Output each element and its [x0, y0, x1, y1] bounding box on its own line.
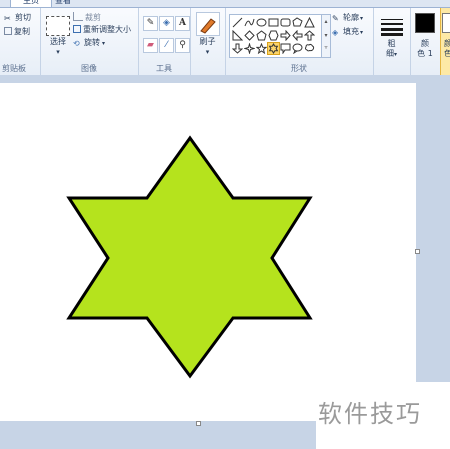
six-point-star-shape-icon[interactable]	[267, 42, 280, 55]
shapes-scrollbar[interactable]: ▴ ▾ ▿	[321, 14, 331, 58]
right-triangle-shape-icon[interactable]	[232, 30, 243, 41]
up-arrow-shape-icon[interactable]	[304, 30, 315, 41]
rounded-rectangle-shape-icon[interactable]	[280, 17, 291, 28]
curve-shape-icon[interactable]	[244, 17, 255, 28]
diamond-shape-icon[interactable]	[244, 30, 255, 41]
fill-bucket-icon[interactable]: ◈	[159, 16, 174, 31]
clipboard-group: ✂ 剪切 复制 剪贴板	[0, 8, 41, 75]
fill-icon: ◈	[332, 28, 339, 37]
copy-label: 复制	[14, 27, 30, 36]
color1-label-line2: 色 1	[417, 49, 433, 58]
scroll-up-icon[interactable]: ▴	[322, 15, 330, 29]
brush-icon[interactable]	[196, 12, 220, 36]
outline-dropdown-icon: ▾	[360, 15, 364, 22]
select-button-label[interactable]: 选择	[44, 37, 72, 47]
pentagon-shape-icon[interactable]	[256, 30, 267, 41]
line-shape-icon[interactable]	[232, 17, 243, 28]
size-label-line2[interactable]: 细▾	[373, 49, 410, 60]
gallery-expand-icon[interactable]: ▿	[322, 43, 330, 53]
left-arrow-shape-icon[interactable]	[292, 30, 303, 41]
canvas-drawing	[66, 135, 313, 379]
select-dropdown-icon[interactable]: ▾	[44, 47, 72, 57]
color-picker-icon[interactable]: ⁄	[159, 38, 174, 53]
scissors-icon: ✂	[4, 14, 11, 23]
fill-dropdown-icon: ▾	[360, 29, 364, 36]
magnifier-icon[interactable]: ⚲	[175, 38, 190, 53]
brushes-dropdown-icon[interactable]: ▾	[190, 47, 225, 57]
color1-label-line1: 颜	[421, 39, 429, 48]
color1-group[interactable]: 颜 色 1	[410, 8, 440, 75]
six-point-star-shape[interactable]	[66, 135, 313, 379]
right-arrow-shape-icon[interactable]	[280, 30, 291, 41]
cut-button[interactable]: ✂ 剪切	[4, 13, 31, 23]
resize-label: 重新调整大小	[83, 25, 131, 34]
color2-label-line2: 色	[444, 49, 450, 58]
five-point-star-shape-icon[interactable]	[256, 43, 267, 54]
fill-button[interactable]: ◈ 填充▾	[332, 27, 363, 38]
cut-label: 剪切	[15, 13, 31, 22]
shapes-group-label: 形状	[291, 64, 307, 73]
tab-view[interactable]: 查看	[55, 0, 75, 7]
color1-swatch[interactable]	[415, 13, 435, 33]
outline-icon: ✎	[332, 14, 339, 23]
line-size-icon[interactable]	[381, 18, 403, 36]
scroll-down-icon[interactable]: ▾	[322, 29, 330, 43]
rotate-dropdown-icon: ▾	[102, 40, 106, 47]
resize-icon	[73, 25, 81, 33]
image-group-label: 图像	[81, 64, 97, 73]
eraser-icon[interactable]: ▰	[143, 38, 158, 53]
clipboard-group-label: 剪贴板	[2, 64, 26, 73]
copy-icon	[4, 27, 12, 35]
rectangular-callout-shape-icon[interactable]	[280, 43, 291, 54]
canvas-resize-handle-bottom[interactable]	[196, 421, 201, 426]
select-icon[interactable]	[46, 16, 70, 36]
tools-group: ✎ ◈ A ▰ ⁄ ⚲ 工具	[138, 8, 191, 75]
size-label-line2-text: 细	[385, 49, 394, 58]
triangle-shape-icon[interactable]	[304, 17, 315, 28]
rotate-button[interactable]: ⟲ 旋转 ▾	[73, 38, 105, 49]
crop-icon	[73, 12, 83, 21]
polygon-shape-icon[interactable]	[292, 17, 303, 28]
ribbon: ✂ 剪切 复制 剪贴板 选择 ▾ 裁剪 重新调整大小 ⟲ 旋转 ▾ 图像 ✎ ◈ A …	[0, 7, 450, 76]
copy-button[interactable]: 复制	[4, 27, 30, 37]
cloud-callout-shape-icon[interactable]	[304, 43, 315, 54]
color2-swatch[interactable]	[442, 13, 450, 33]
drawing-canvas[interactable]	[0, 83, 416, 421]
canvas-resize-handle-right[interactable]	[415, 249, 420, 254]
rotate-label: 旋转	[84, 38, 100, 47]
text-tool-icon[interactable]: A	[175, 16, 190, 31]
size-dropdown-icon: ▾	[393, 51, 397, 58]
brushes-group: 刷子 ▾	[190, 8, 226, 75]
crop-label: 裁剪	[85, 13, 101, 22]
size-group: 粗 细▾	[373, 8, 411, 75]
color2-label-line1: 颜	[444, 39, 450, 48]
oval-shape-icon[interactable]	[256, 17, 267, 28]
shapes-gallery	[229, 14, 323, 58]
watermark-text: 软件技巧	[318, 400, 422, 428]
color2-group[interactable]: 颜 色	[440, 8, 450, 75]
hexagon-shape-icon[interactable]	[268, 30, 279, 41]
oval-callout-shape-icon[interactable]	[292, 43, 303, 54]
pencil-icon[interactable]: ✎	[143, 16, 158, 31]
crop-button[interactable]: 裁剪	[73, 12, 101, 23]
outline-button[interactable]: ✎ 轮廓▾	[332, 13, 363, 24]
outline-label: 轮廓	[343, 13, 359, 22]
rectangle-shape-icon[interactable]	[268, 17, 279, 28]
tools-group-label: 工具	[156, 64, 172, 73]
fill-label: 填充	[343, 27, 359, 36]
down-arrow-shape-icon[interactable]	[232, 43, 243, 54]
resize-button[interactable]: 重新调整大小	[73, 25, 131, 35]
image-group: 选择 ▾ 裁剪 重新调整大小 ⟲ 旋转 ▾ 图像	[40, 8, 139, 75]
rotate-icon: ⟲	[73, 39, 80, 48]
size-label-line1[interactable]: 粗	[373, 39, 410, 49]
four-point-star-shape-icon[interactable]	[244, 43, 255, 54]
brushes-label[interactable]: 刷子	[190, 37, 225, 47]
